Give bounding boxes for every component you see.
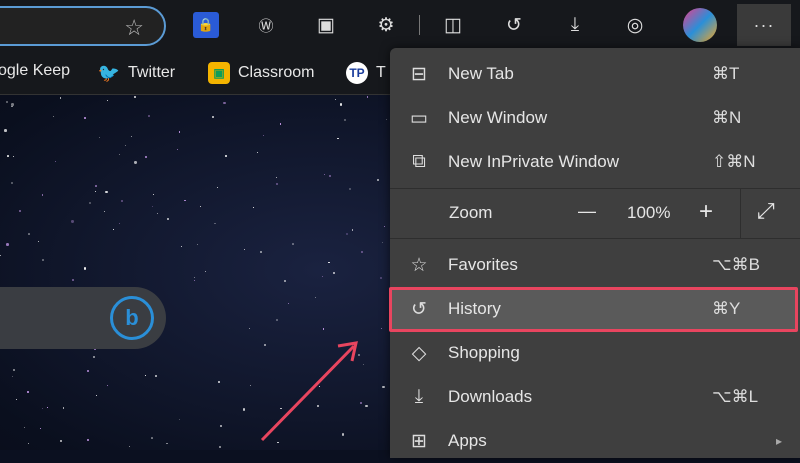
menu-label: Shopping xyxy=(448,343,700,363)
menu-item-history[interactable]: ↺History⌘Y xyxy=(390,287,800,331)
shopping-tag-icon: ◇ xyxy=(390,342,448,365)
favorites-icon: ☆ xyxy=(390,254,448,277)
menu-item-shopping[interactable]: ◇Shopping xyxy=(390,331,800,375)
menu-shortcut: ⌥⌘L xyxy=(700,387,800,407)
menu-item-favorites[interactable]: ☆Favorites⌥⌘B xyxy=(390,243,800,287)
menu-shortcut: ⌥⌘B xyxy=(700,255,800,275)
settings-menu-lower: ☆Favorites⌥⌘B ↺History⌘Y ◇Shopping ⤓Down… xyxy=(390,48,800,458)
menu-label: History xyxy=(448,299,700,319)
download-icon: ⤓ xyxy=(390,386,448,408)
menu-label: Downloads xyxy=(448,387,700,407)
menu-shortcut: ⌘Y xyxy=(700,299,800,319)
menu-item-downloads[interactable]: ⤓Downloads⌥⌘L xyxy=(390,375,800,419)
submenu-chevron-icon: ▸ xyxy=(700,434,800,448)
menu-item-apps[interactable]: ⊞Apps▸ xyxy=(390,419,800,463)
apps-icon: ⊞ xyxy=(390,430,448,453)
menu-label: Apps xyxy=(448,431,700,451)
history-icon: ↺ xyxy=(390,298,448,321)
menu-label: Favorites xyxy=(448,255,700,275)
